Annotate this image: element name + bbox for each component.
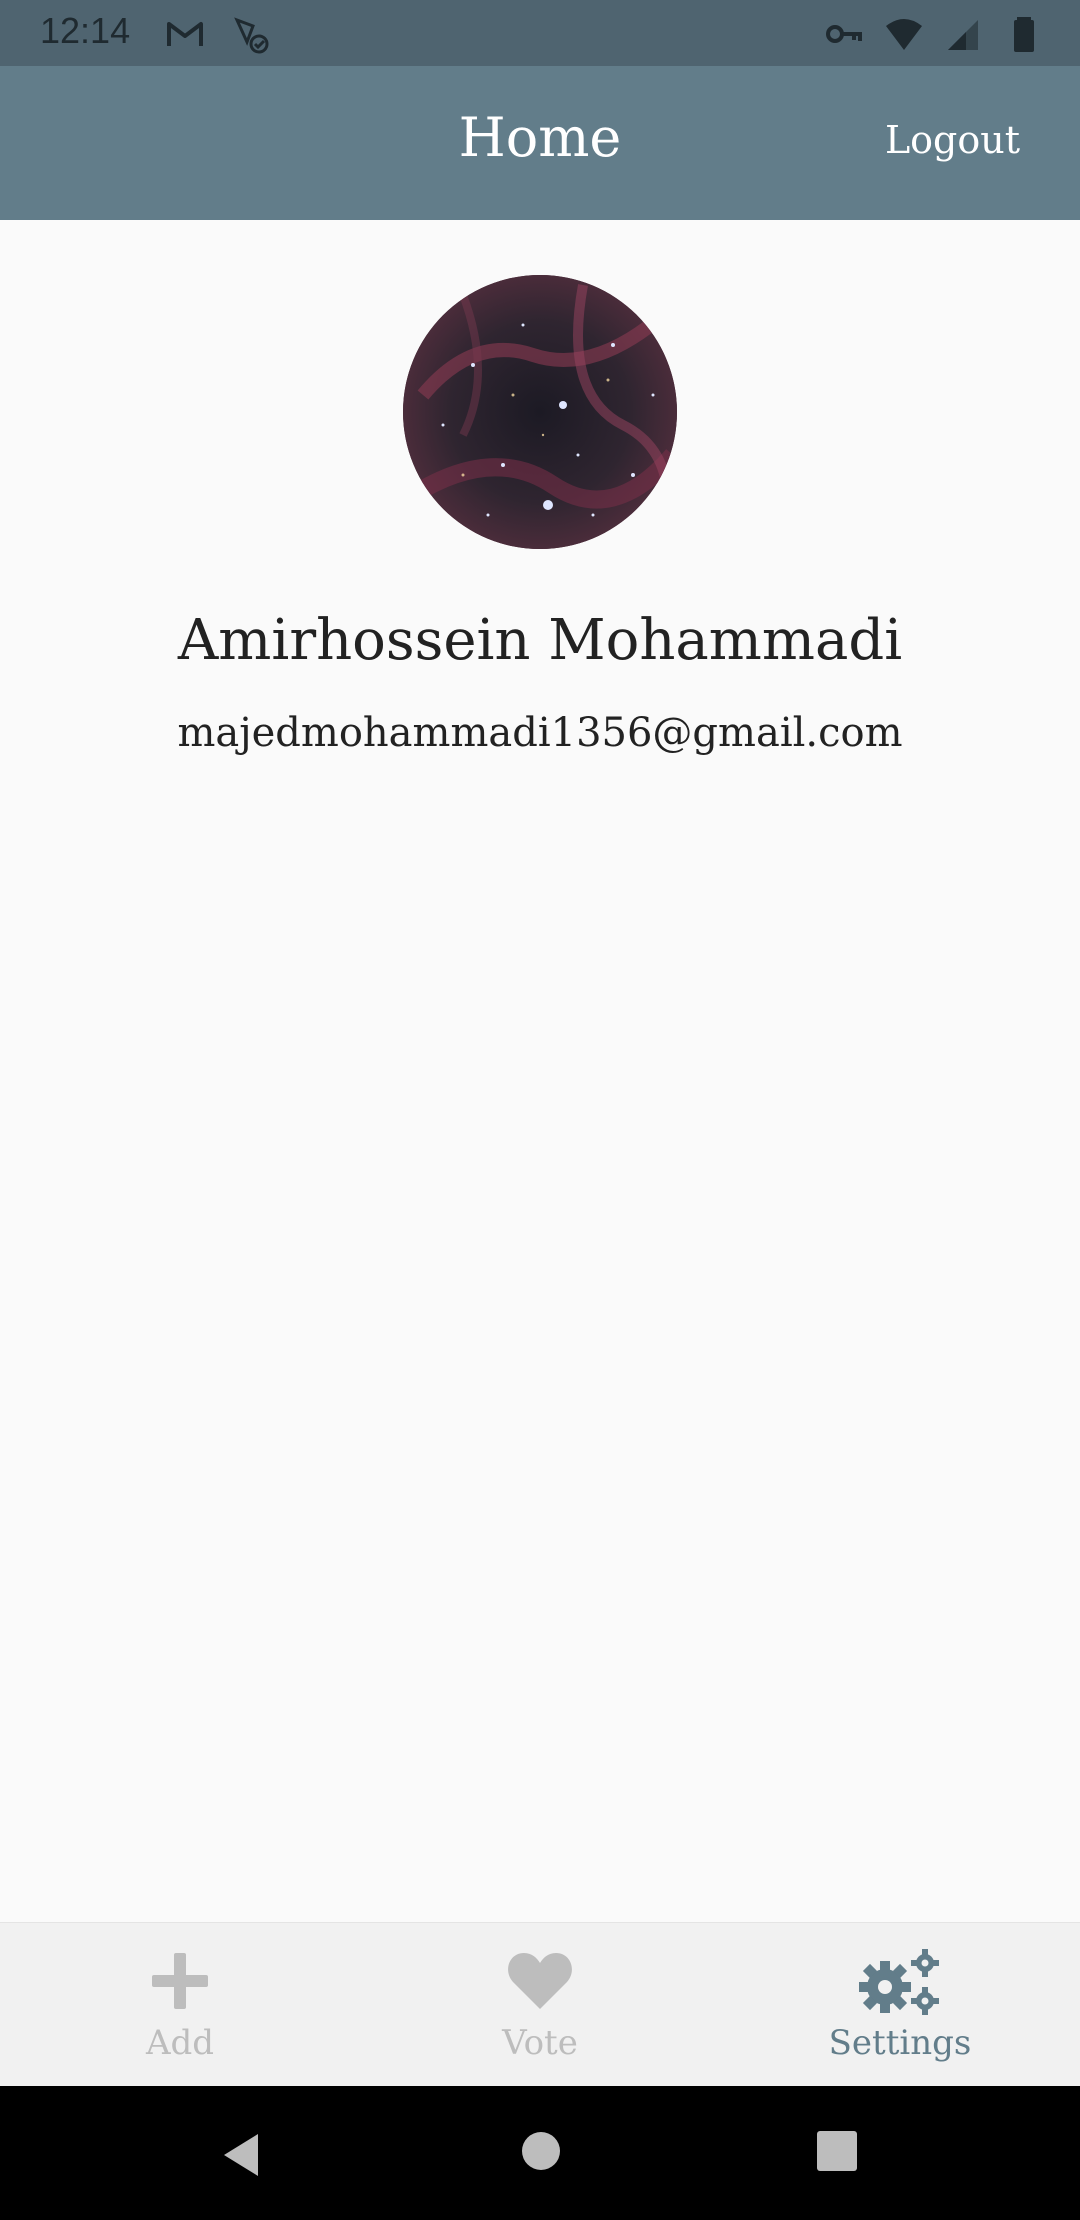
nav-item-settings[interactable]: Settings [720, 1923, 1080, 2087]
status-bar: 12:14 [0, 0, 1080, 66]
heart-icon [508, 1953, 572, 2009]
nav-item-vote[interactable]: Vote [360, 1923, 720, 2087]
battery-icon [1014, 17, 1034, 52]
user-email: majedmohammadi1356@gmail.com [177, 710, 903, 756]
wifi-icon [886, 19, 922, 50]
nav-label-vote: Vote [502, 2023, 578, 2063]
nav-label-settings: Settings [828, 2023, 972, 2063]
nav-item-add[interactable]: Add [0, 1923, 360, 2087]
back-icon[interactable] [218, 2130, 262, 2180]
gears-icon [859, 1949, 939, 2015]
bottom-nav: Add Vote Settings [0, 1922, 1080, 2087]
recents-icon[interactable] [816, 2130, 858, 2172]
system-nav-bar [0, 2086, 1080, 2220]
gmail-icon [167, 22, 203, 46]
avatar-image [403, 275, 677, 549]
status-time: 12:14 [40, 10, 131, 51]
nav-label-add: Add [145, 2023, 215, 2063]
logout-button[interactable]: Logout [885, 118, 1020, 162]
avatar [403, 275, 677, 549]
plus-icon [152, 1953, 208, 2009]
signal-icon [948, 20, 978, 50]
satellite-icon [234, 17, 269, 54]
app-bar: Home Logout [0, 66, 1080, 220]
home-icon[interactable] [520, 2130, 562, 2172]
vpn-key-icon [826, 25, 862, 43]
user-name: Amirhossein Mohammadi [177, 608, 903, 673]
